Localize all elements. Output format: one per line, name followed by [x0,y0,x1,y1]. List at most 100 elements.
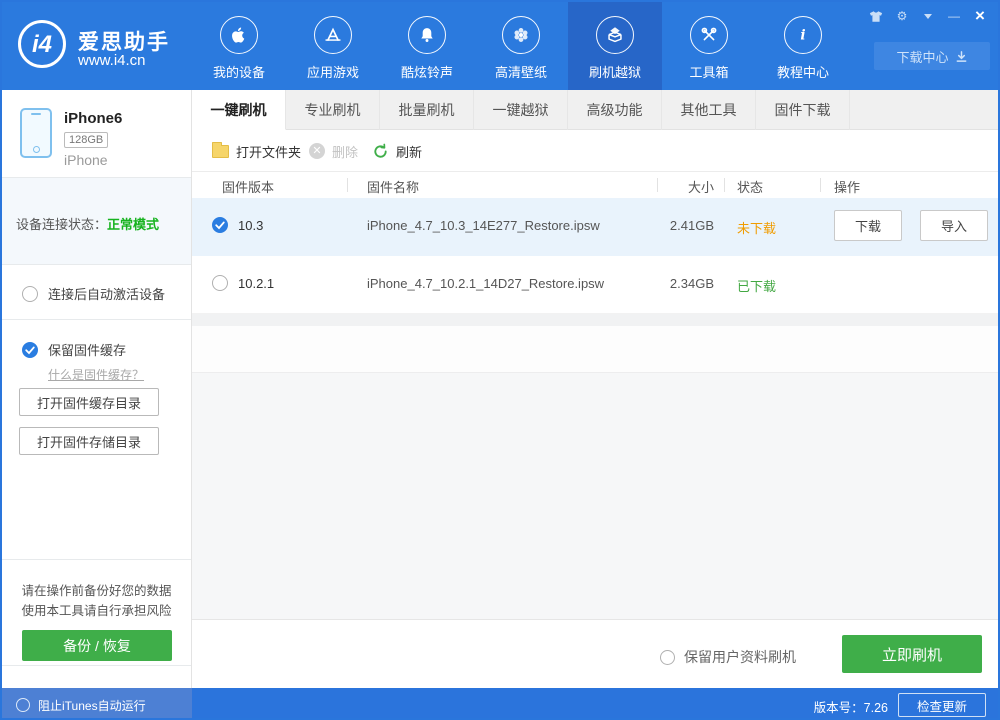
nav-item-flash-jailbreak[interactable]: 刷机越狱 [568,2,662,90]
table-end-strip [192,314,998,326]
tab-advanced[interactable]: 高级功能 [568,90,662,130]
download-firmware-button[interactable]: 下载 [834,210,902,241]
delete-circle-icon: ✕ [309,143,325,159]
tab-firmware-download[interactable]: 固件下载 [756,90,850,130]
dropdown-arrow-icon[interactable] [918,7,938,25]
nav-item-wallpapers[interactable]: 高清壁纸 [474,2,568,90]
auto-activate-section: 连接后自动激活设备 [2,265,191,320]
delete-label: 删除 [332,144,359,160]
device-name: iPhone6 [64,110,123,127]
device-type: iPhone [64,152,108,168]
refresh-icon [372,143,389,160]
firmware-row-10-3[interactable]: 10.3 iPhone_4.7_10.3_14E277_Restore.ipsw… [192,198,998,256]
nav-item-tutorials[interactable]: i 教程中心 [756,2,850,90]
block-itunes-radio[interactable] [16,698,30,712]
empty-row-band [192,326,998,372]
keep-cache-checkbox[interactable] [22,341,38,358]
import-firmware-button[interactable]: 导入 [920,210,988,241]
block-itunes-option[interactable]: 阻止iTunes自动运行 [2,688,192,718]
flash-now-button[interactable]: 立即刷机 [842,635,982,673]
warning-line1: 请在操作前备份好您的数据 [21,584,172,598]
keep-user-data-radio[interactable] [660,649,675,665]
open-folder-tool[interactable]: 打开文件夹 [212,130,301,172]
close-button[interactable]: × [970,6,990,25]
toolbar: 打开文件夹 ✕ 删除 刷新 [192,130,998,172]
keep-cache-label: 保留固件缓存 [48,343,127,358]
nav-label: 应用游戏 [306,65,359,80]
sidebar: iPhone6 128GB iPhone 设备连接状态：正常模式 连接后自动激活… [2,90,192,688]
main-nav: 我的设备 应用游戏 酷炫铃声 高清壁纸 刷机越狱 工具箱 i 教程中心 [192,2,850,90]
firmware-status: 已下载 [737,279,777,294]
warning-section: 请在操作前备份好您的数据 使用本工具请自行承担风险 备份 / 恢复 [2,560,191,666]
minimize-button[interactable]: — [944,7,964,25]
appstore-icon [314,16,352,54]
delete-tool[interactable]: ✕ 删除 [309,130,358,172]
nav-item-toolbox[interactable]: 工具箱 [662,2,756,90]
row-radio-unselected[interactable] [212,275,228,291]
auto-activate-option[interactable]: 连接后自动激活设备 [22,284,165,303]
col-firmware-version: 固件版本 [222,180,275,195]
nav-label: 刷机越狱 [588,65,641,80]
cache-help-link[interactable]: 什么是固件缓存？ [48,366,144,383]
keep-user-data-option[interactable]: 保留用户资料刷机 [660,647,796,667]
firmware-filename: iPhone_4.7_10.3_14E277_Restore.ipsw [367,218,600,233]
info-icon: i [784,16,822,54]
i4-logo-icon: i4 [18,20,66,68]
status-bar: 阻止iTunes自动运行 版本号：7.26 检查更新 [2,688,998,718]
connection-status-value: 正常模式 [107,217,160,232]
tab-pro-flash[interactable]: 专业刷机 [286,90,380,130]
open-storage-dir-button[interactable]: 打开固件存储目录 [19,427,159,455]
firmware-filename: iPhone_4.7_10.2.1_14D27_Restore.ipsw [367,276,605,291]
warning-line2: 使用本工具请自行承担风险 [21,604,172,618]
nav-label: 酷炫铃声 [400,65,453,80]
nav-label: 工具箱 [689,65,729,80]
folder-icon [212,141,229,158]
iphone-icon [20,108,52,158]
settings-gear-icon[interactable]: ⚙ [892,7,912,25]
firmware-row-10-2-1[interactable]: 10.2.1 iPhone_4.7_10.2.1_14D27_Restore.i… [192,256,998,314]
empty-area [192,372,998,619]
brand: i4 爱思助手 www.i4.cn [2,2,192,90]
flash-tabs: 一键刷机 专业刷机 批量刷机 一键越狱 高级功能 其他工具 固件下载 [192,90,998,130]
open-cache-dir-button[interactable]: 打开固件缓存目录 [19,388,159,416]
check-update-button[interactable]: 检查更新 [898,693,986,717]
firmware-cache-section: 保留固件缓存 什么是固件缓存？ 打开固件缓存目录 打开固件存储目录 [2,320,191,560]
toolbox-wrench-icon [690,16,728,54]
firmware-size: 2.41GB [669,218,714,233]
skin-shirt-icon[interactable] [866,7,886,25]
col-actions: 操作 [834,180,861,195]
device-info: iPhone6 128GB iPhone [2,90,191,178]
window-controls: ⚙ — × [866,6,990,26]
auto-activate-label: 连接后自动激活设备 [48,287,166,302]
connection-status-section: 设备连接状态：正常模式 [2,178,191,265]
nav-label: 高清壁纸 [494,65,547,80]
nav-label: 我的设备 [212,65,265,80]
auto-activate-radio[interactable] [22,285,38,302]
flower-icon [502,16,540,54]
table-header: 固件版本 固件名称 大小 状态 操作 [192,172,998,198]
firmware-size: 2.34GB [669,276,714,291]
tab-other-tools[interactable]: 其他工具 [662,90,756,130]
tab-one-key-flash[interactable]: 一键刷机 [192,90,286,130]
header: i4 爱思助手 www.i4.cn 我的设备 应用游戏 酷炫铃声 高清壁纸 刷机… [2,2,998,90]
firmware-version: 10.3 [238,218,264,233]
download-center-button[interactable]: 下载中心 [874,42,990,70]
firmware-version: 10.2.1 [238,276,275,291]
nav-label: 教程中心 [776,65,829,80]
svg-text:i: i [800,28,805,44]
keep-cache-option[interactable]: 保留固件缓存 [22,340,126,359]
app-window: i4 爱思助手 www.i4.cn 我的设备 应用游戏 酷炫铃声 高清壁纸 刷机… [0,0,1000,720]
row-radio-selected[interactable] [212,217,228,233]
nav-item-ringtones[interactable]: 酷炫铃声 [380,2,474,90]
backup-restore-button[interactable]: 备份 / 恢复 [22,630,172,661]
download-center-label: 下载中心 [896,49,949,65]
nav-item-apps-games[interactable]: 应用游戏 [286,2,380,90]
brand-site: www.i4.cn [78,52,146,69]
nav-item-my-device[interactable]: 我的设备 [192,2,286,90]
tab-one-key-jailbreak[interactable]: 一键越狱 [474,90,568,130]
main-panel: 一键刷机 专业刷机 批量刷机 一键越狱 高级功能 其他工具 固件下载 打开文件夹… [192,90,998,688]
refresh-tool[interactable]: 刷新 [372,130,422,172]
block-itunes-label: 阻止iTunes自动运行 [38,698,146,713]
tab-batch-flash[interactable]: 批量刷机 [380,90,474,130]
apple-icon [220,16,258,54]
